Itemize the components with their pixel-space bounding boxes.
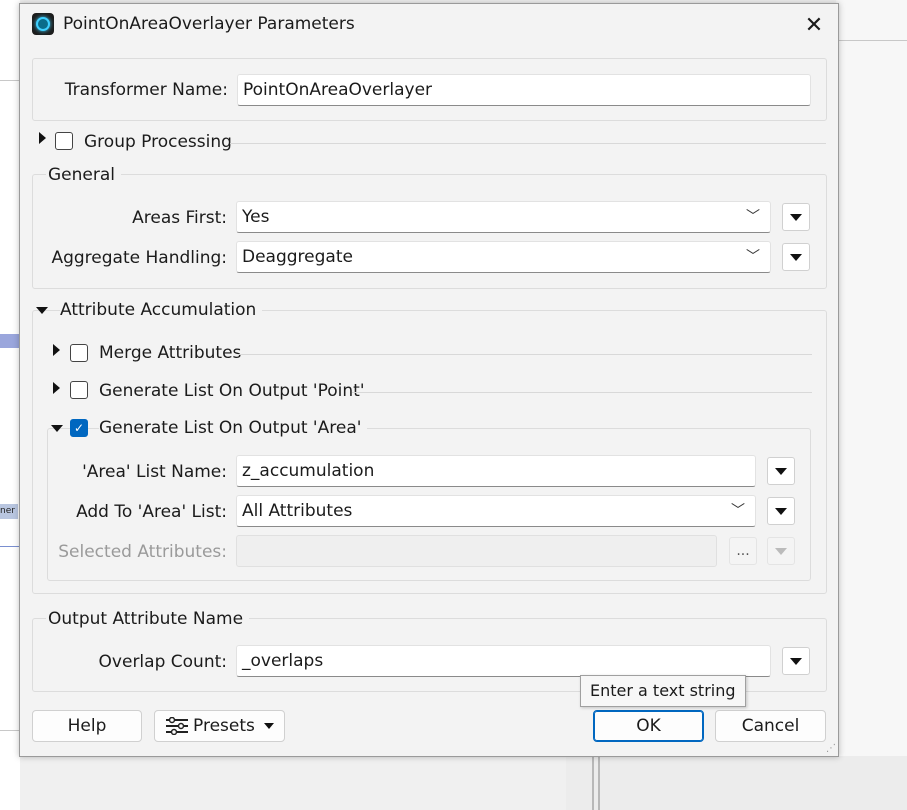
merge-attributes-label: Merge Attributes: [99, 343, 248, 363]
collapse-arrow-icon[interactable]: [51, 425, 63, 432]
selected-attributes-input[interactable]: [236, 535, 717, 567]
group-processing-label: Group Processing: [84, 132, 238, 152]
group-processing-checkbox[interactable]: [55, 132, 73, 150]
add-to-area-list-menu-button[interactable]: [767, 497, 795, 525]
aggregate-handling-menu-button[interactable]: [782, 243, 810, 271]
chevron-down-icon: ﹀: [731, 503, 745, 519]
parameters-dialog: PointOnAreaOverlayer Parameters ✕ Transf…: [19, 3, 839, 757]
canvas-line: [0, 730, 20, 731]
divider: [230, 143, 826, 144]
dropdown-arrow-icon: [790, 657, 802, 665]
area-list-name-input[interactable]: z_accumulation: [236, 455, 756, 487]
canvas-node-label: ner: [0, 504, 18, 519]
attribute-accumulation-heading: Attribute Accumulation: [60, 300, 263, 320]
area-list-name-menu-button[interactable]: [767, 457, 795, 485]
dropdown-arrow-icon: [775, 467, 787, 475]
dropdown-arrow-icon: [790, 253, 802, 261]
output-attribute-heading: Output Attribute Name: [46, 609, 250, 629]
add-to-area-list-label: Add To 'Area' List:: [76, 502, 227, 522]
areas-first-select[interactable]: Yes ﹀: [236, 201, 771, 233]
areas-first-value: Yes: [242, 207, 270, 227]
dropdown-arrow-icon: [790, 213, 802, 221]
aggregate-handling-value: Deaggregate: [242, 247, 353, 267]
generate-list-point-checkbox[interactable]: [70, 381, 88, 399]
general-heading: General: [46, 165, 121, 185]
areas-first-menu-button[interactable]: [782, 203, 810, 231]
help-button[interactable]: Help: [32, 710, 142, 742]
canvas-line: [0, 80, 20, 81]
expand-arrow-icon[interactable]: [53, 344, 60, 356]
overlap-count-input[interactable]: _overlaps: [236, 645, 771, 677]
canvas-connection: [0, 546, 20, 547]
chevron-down-icon: ﹀: [746, 249, 760, 265]
resize-grip-icon[interactable]: ⋰: [826, 744, 836, 754]
canvas-node: [0, 334, 20, 348]
background-splitter: [566, 756, 907, 810]
title-bar: PointOnAreaOverlayer Parameters ✕: [20, 4, 838, 44]
dropdown-arrow-icon: [264, 723, 274, 729]
transformer-name-input[interactable]: PointOnAreaOverlayer: [237, 74, 811, 106]
selected-attributes-ellipsis-button[interactable]: ...: [729, 537, 757, 565]
presets-label: Presets: [193, 716, 255, 736]
areas-first-label: Areas First:: [132, 208, 227, 228]
generate-list-area-label: Generate List On Output 'Area': [99, 418, 368, 438]
area-list-name-label: 'Area' List Name:: [82, 462, 227, 482]
selected-attributes-menu-button[interactable]: [767, 537, 795, 565]
background-panel-right: [836, 0, 907, 810]
close-icon[interactable]: ✕: [792, 8, 836, 42]
add-to-area-list-select[interactable]: All Attributes ﹀: [236, 495, 756, 527]
aggregate-handling-label: Aggregate Handling:: [51, 248, 227, 268]
chevron-down-icon: ﹀: [746, 209, 760, 225]
transformer-name-group: Transformer Name: PointOnAreaOverlayer: [32, 58, 827, 121]
presets-sliders-icon: [165, 716, 189, 736]
app-icon: [32, 13, 54, 35]
aggregate-handling-select[interactable]: Deaggregate ﹀: [236, 241, 771, 273]
expand-arrow-icon[interactable]: [39, 132, 46, 144]
expand-arrow-icon[interactable]: [53, 382, 60, 394]
divider: [238, 354, 812, 355]
transformer-name-label: Transformer Name:: [64, 80, 228, 100]
overlap-count-label: Overlap Count:: [98, 652, 227, 672]
background-canvas-left: ner: [0, 0, 20, 810]
dialog-title: PointOnAreaOverlayer Parameters: [63, 14, 355, 34]
cancel-button[interactable]: Cancel: [715, 710, 826, 742]
generate-list-area-checkbox[interactable]: ✓: [70, 419, 88, 437]
divider: [352, 392, 812, 393]
dropdown-arrow-icon: [775, 547, 787, 555]
selected-attributes-label: Selected Attributes:: [58, 542, 227, 562]
dropdown-arrow-icon: [775, 507, 787, 515]
collapse-arrow-icon[interactable]: [36, 307, 48, 314]
ok-button[interactable]: OK: [593, 710, 704, 742]
tooltip: Enter a text string: [580, 675, 746, 707]
presets-button[interactable]: Presets: [154, 710, 285, 742]
generate-list-point-label: Generate List On Output 'Point': [99, 381, 371, 401]
merge-attributes-checkbox[interactable]: [70, 344, 88, 362]
add-to-area-list-value: All Attributes: [242, 501, 353, 521]
overlap-count-menu-button[interactable]: [782, 647, 810, 675]
